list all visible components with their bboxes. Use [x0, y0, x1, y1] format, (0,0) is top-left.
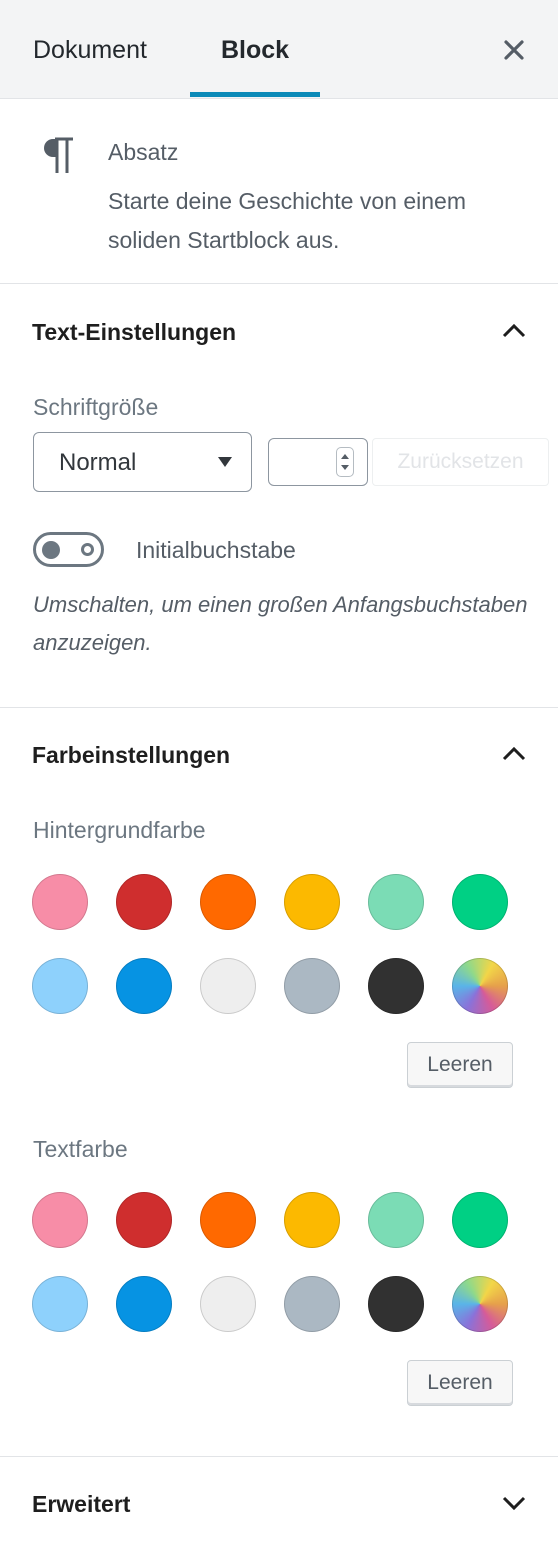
- text-settings-title: Text-Einstellungen: [32, 319, 237, 345]
- block-card: Absatz Starte deine Geschichte von einem…: [0, 99, 558, 284]
- arrow-down-icon: [341, 465, 349, 470]
- toggle-off-indicator: [81, 543, 94, 556]
- text-color-swatch[interactable]: [452, 1192, 508, 1248]
- custom-font-size-input[interactable]: [268, 438, 368, 486]
- background-color-swatch[interactable]: [452, 874, 508, 930]
- background-color-swatch[interactable]: [284, 874, 340, 930]
- dropcap-toggle[interactable]: [33, 532, 104, 567]
- font-size-value: Normal: [59, 449, 137, 476]
- text-color-swatch[interactable]: [32, 1276, 88, 1332]
- text-settings-panel-toggle[interactable]: Text-Einstellungen: [0, 285, 558, 381]
- block-description: Starte deine Geschichte von einem solide…: [108, 188, 466, 253]
- close-button[interactable]: [497, 33, 531, 67]
- active-tab-indicator: [190, 92, 320, 97]
- dropcap-label: Initialbuchstabe: [136, 537, 296, 563]
- background-color-swatch[interactable]: [32, 874, 88, 930]
- block-title: Absatz: [108, 139, 179, 165]
- reset-button[interactable]: Zurücksetzen: [372, 438, 549, 486]
- background-color-swatch[interactable]: [200, 874, 256, 930]
- tab-block[interactable]: Block: [221, 34, 289, 66]
- background-color-swatch[interactable]: [368, 874, 424, 930]
- chevron-down-icon: [502, 1496, 526, 1511]
- text-color-swatch[interactable]: [284, 1276, 340, 1332]
- text-color-swatch[interactable]: [452, 1276, 508, 1332]
- text-color-swatch[interactable]: [32, 1192, 88, 1248]
- background-color-label: Hintergrundfarbe: [33, 817, 206, 843]
- text-color-swatch[interactable]: [368, 1192, 424, 1248]
- chevron-up-icon: [502, 323, 526, 338]
- tab-document[interactable]: Dokument: [33, 34, 147, 66]
- paragraph-icon: [44, 137, 73, 173]
- text-color-swatch[interactable]: [200, 1192, 256, 1248]
- background-color-swatch[interactable]: [368, 958, 424, 1014]
- sidebar-header: Dokument Block: [0, 0, 558, 99]
- text-color-label: Textfarbe: [33, 1136, 128, 1162]
- clear-text-color-button[interactable]: Leeren: [407, 1360, 513, 1406]
- background-color-swatch[interactable]: [284, 958, 340, 1014]
- font-size-label: Schriftgröße: [33, 394, 159, 420]
- close-icon: [504, 40, 524, 60]
- advanced-title: Erweitert: [32, 1491, 131, 1517]
- dropdown-arrow-icon: [218, 457, 232, 467]
- toggle-knob: [42, 541, 60, 559]
- background-color-swatch[interactable]: [116, 874, 172, 930]
- advanced-panel-toggle[interactable]: Erweitert: [0, 1457, 558, 1550]
- background-color-swatch[interactable]: [452, 958, 508, 1014]
- color-settings-panel-toggle[interactable]: Farbeinstellungen: [0, 708, 558, 804]
- text-color-swatch[interactable]: [368, 1276, 424, 1332]
- background-color-swatch[interactable]: [200, 958, 256, 1014]
- font-size-select[interactable]: Normal: [33, 432, 252, 492]
- chevron-up-icon: [502, 746, 526, 761]
- text-color-swatch[interactable]: [116, 1276, 172, 1332]
- text-color-swatch[interactable]: [284, 1192, 340, 1248]
- background-color-swatch[interactable]: [116, 958, 172, 1014]
- text-color-swatch[interactable]: [200, 1276, 256, 1332]
- color-settings-title: Farbeinstellungen: [32, 742, 231, 768]
- clear-background-color-button[interactable]: Leeren: [407, 1042, 513, 1088]
- arrow-up-icon: [341, 454, 349, 459]
- number-stepper[interactable]: [336, 447, 354, 477]
- text-color-swatch[interactable]: [116, 1192, 172, 1248]
- background-color-swatch[interactable]: [32, 958, 88, 1014]
- dropcap-help-text: Umschalten, um einen großen Anfangsbuchs…: [33, 592, 528, 655]
